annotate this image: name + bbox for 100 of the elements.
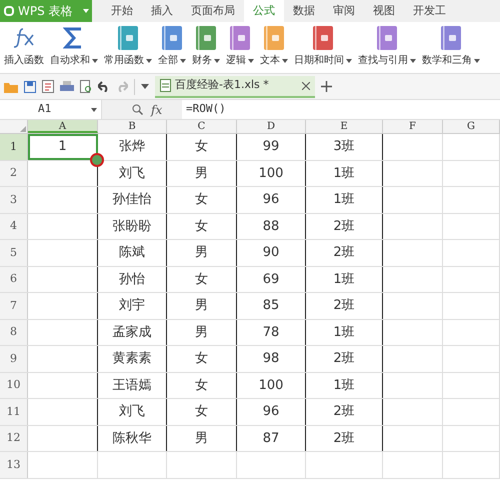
row-header[interactable]: 2 bbox=[0, 160, 28, 186]
row-header[interactable]: 10 bbox=[0, 372, 28, 398]
caret-icon bbox=[83, 9, 89, 13]
caret-icon[interactable] bbox=[141, 84, 149, 89]
table-cell-text: 刘飞 bbox=[119, 164, 145, 182]
row-header[interactable]: 3 bbox=[0, 187, 28, 212]
print-icon[interactable] bbox=[60, 80, 74, 92]
undo-icon[interactable] bbox=[98, 81, 110, 92]
table-cell-text: 女 bbox=[195, 350, 208, 368]
row-header[interactable]: 6 bbox=[0, 266, 28, 292]
ribbon-button[interactable]: 常用函数 bbox=[104, 26, 152, 68]
table-cell-text: 男 bbox=[195, 430, 208, 448]
ribbon-tab[interactable]: 公式 bbox=[244, 0, 284, 22]
table-cell-text: 女 bbox=[195, 270, 208, 288]
table-cell-text: 张烨 bbox=[119, 138, 145, 156]
ribbon-label: 自动求和 bbox=[50, 54, 90, 68]
table-cell-text: 男 bbox=[195, 244, 208, 262]
table-cell-text: 陈斌 bbox=[119, 244, 145, 262]
table-cell-text: 87 bbox=[262, 430, 280, 448]
table-cell-text: 3班 bbox=[333, 138, 355, 156]
ribbon-button[interactable]: 自动求和 bbox=[50, 26, 98, 68]
table-cell-text: 女 bbox=[195, 376, 208, 394]
ribbon-tab[interactable]: 开始 bbox=[102, 0, 142, 22]
table-cell-text: 孙佳怡 bbox=[112, 191, 152, 209]
document-icon[interactable] bbox=[42, 80, 54, 93]
table-cell-text: 1班 bbox=[333, 164, 355, 182]
ribbon-tab[interactable]: 开发工 bbox=[404, 0, 455, 22]
table-cell-text: 孙怡 bbox=[119, 270, 145, 288]
column-header[interactable]: F bbox=[383, 120, 443, 133]
table-cell-text: 黄素素 bbox=[112, 350, 152, 368]
ribbon-button[interactable]: 插入函数 bbox=[4, 26, 44, 68]
ribbon-button[interactable]: 财务 bbox=[192, 26, 220, 68]
app-logo-icon bbox=[4, 6, 14, 16]
ribbon-button[interactable]: 全部 bbox=[158, 26, 186, 68]
column-header[interactable]: C bbox=[167, 120, 237, 133]
column-header[interactable]: G bbox=[443, 120, 500, 133]
table-cell-text: 1班 bbox=[333, 324, 355, 342]
table-cell-text: 刘飞 bbox=[119, 403, 145, 421]
row-header[interactable]: 1 bbox=[0, 134, 28, 160]
zoom-icon[interactable] bbox=[132, 104, 143, 115]
table-cell-text: 96 bbox=[262, 191, 280, 209]
row-header[interactable]: 11 bbox=[0, 399, 28, 424]
row-header[interactable]: 8 bbox=[0, 320, 28, 345]
table-cell-text: 78 bbox=[262, 324, 280, 342]
table-cell-text: 1班 bbox=[333, 376, 355, 394]
row-header[interactable]: 12 bbox=[0, 426, 28, 451]
ribbon-tab[interactable]: 审阅 bbox=[324, 0, 364, 22]
ribbon-label: 全部 bbox=[158, 54, 178, 68]
ribbon-button[interactable]: 查找与引用 bbox=[358, 26, 416, 68]
table-cell-text: 69 bbox=[262, 270, 280, 288]
document-tab[interactable]: 百度经验-表1.xls * bbox=[155, 76, 315, 98]
ribbon-tab[interactable]: 视图 bbox=[364, 0, 404, 22]
column-header[interactable]: B bbox=[98, 120, 167, 133]
table-cell-text: 王语嫣 bbox=[112, 376, 152, 394]
ribbon-tab[interactable]: 插入 bbox=[142, 0, 182, 22]
formula-field[interactable]: =ROW() bbox=[182, 100, 500, 119]
ribbon-tab[interactable]: 数据 bbox=[284, 0, 324, 22]
table-cell-text: 张盼盼 bbox=[112, 218, 152, 236]
table-cell-text: 99 bbox=[262, 138, 280, 156]
ribbon-label: 常用函数 bbox=[104, 54, 144, 68]
table-cell-text: 2班 bbox=[333, 350, 355, 368]
table-cell-text: 90 bbox=[262, 244, 280, 262]
column-header[interactable]: D bbox=[237, 120, 306, 133]
table-cell-text: 98 bbox=[262, 350, 280, 368]
ribbon-label: 查找与引用 bbox=[358, 54, 408, 68]
table-cell-text: 1班 bbox=[333, 191, 355, 209]
app-title: WPS 表格 bbox=[18, 3, 73, 20]
insert-function-button[interactable]: fx bbox=[151, 100, 162, 118]
spreadsheet-file-icon bbox=[160, 79, 171, 92]
table-cell-text: 刘宇 bbox=[119, 297, 145, 315]
table-cell-text: 88 bbox=[262, 218, 280, 236]
table-cell-text: 100 bbox=[258, 164, 284, 182]
caret-icon bbox=[91, 108, 97, 112]
table-cell-text: 85 bbox=[262, 297, 280, 315]
row-header[interactable]: 13 bbox=[0, 452, 28, 478]
ribbon-button[interactable]: 逻辑 bbox=[226, 26, 254, 68]
table-cell-text: 2班 bbox=[333, 244, 355, 262]
column-header[interactable]: E bbox=[306, 120, 383, 133]
corner-triangle-icon bbox=[20, 126, 26, 132]
table-cell-text: 男 bbox=[195, 164, 208, 182]
print-preview-icon[interactable] bbox=[80, 80, 92, 93]
row-header[interactable]: 7 bbox=[0, 293, 28, 318]
ribbon-tab[interactable]: 页面布局 bbox=[182, 0, 244, 22]
table-cell-text: 孟家成 bbox=[112, 324, 152, 342]
ribbon-label: 数学和三角 bbox=[422, 54, 472, 68]
row-header[interactable]: 4 bbox=[0, 214, 28, 239]
close-icon[interactable] bbox=[302, 82, 310, 90]
plus-icon[interactable] bbox=[321, 81, 332, 92]
ribbon-button[interactable]: 文本 bbox=[260, 26, 288, 68]
row-header[interactable]: 5 bbox=[0, 240, 28, 266]
ribbon-button[interactable]: 数学和三角 bbox=[422, 26, 480, 68]
row-header[interactable]: 9 bbox=[0, 346, 28, 372]
table-cell-text: 1班 bbox=[333, 270, 355, 288]
save-icon[interactable] bbox=[24, 80, 36, 92]
table-cell-text: 2班 bbox=[333, 403, 355, 421]
table-cell-text: 1 bbox=[58, 138, 67, 156]
ribbon-button[interactable]: 日期和时间 bbox=[294, 26, 352, 68]
table-cell-text: 2班 bbox=[333, 430, 355, 448]
ribbon-label: 逻辑 bbox=[226, 54, 246, 68]
column-header[interactable]: A bbox=[28, 120, 98, 133]
